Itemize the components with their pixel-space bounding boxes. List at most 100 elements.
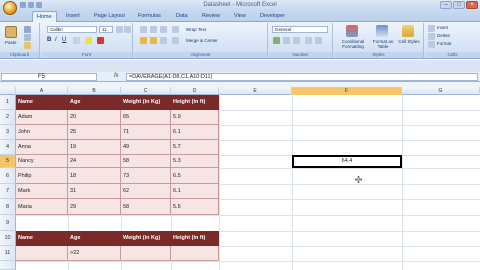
format-as-table-button[interactable]: Format as Table	[372, 39, 394, 49]
table-cell[interactable]: 49	[121, 140, 171, 155]
align-center-icon[interactable]	[150, 37, 157, 44]
column-header-b[interactable]: B	[68, 87, 121, 95]
row-header-6[interactable]: 6	[0, 168, 16, 184]
table-cell[interactable]: 73	[121, 168, 171, 184]
column-header-a[interactable]: A	[16, 87, 68, 95]
cell-styles-button[interactable]: Cell Styles	[398, 39, 420, 44]
align-top-icon[interactable]	[140, 26, 147, 33]
formula-input[interactable]: =DAVERAGE(A1:D8,C1,A10:D11)	[126, 73, 478, 81]
table-cell[interactable]: John	[16, 125, 68, 140]
format-cells-icon[interactable]	[428, 41, 435, 48]
align-left-icon[interactable]	[140, 37, 147, 44]
indent-icon[interactable]	[172, 37, 179, 44]
table-cell[interactable]: 20	[68, 110, 121, 125]
column-header-e[interactable]: E	[219, 87, 292, 95]
criteria-header-name[interactable]: Name	[16, 231, 68, 246]
table-cell[interactable]: 58	[121, 155, 171, 168]
close-button[interactable]: ×	[466, 1, 478, 9]
font-color-icon[interactable]	[97, 37, 104, 44]
align-right-icon[interactable]	[160, 37, 167, 44]
criteria-cell[interactable]: >22	[68, 246, 121, 261]
table-cell[interactable]: 24	[68, 155, 121, 168]
orientation-icon[interactable]	[172, 26, 179, 33]
table-cell[interactable]: 58	[121, 199, 171, 215]
column-header-f[interactable]: F	[292, 87, 402, 95]
table-cell[interactable]: Maria	[16, 199, 68, 215]
cell-styles-icon[interactable]	[402, 25, 414, 37]
delete-button[interactable]: Delete	[437, 33, 450, 38]
table-cell[interactable]: 62	[121, 184, 171, 199]
tab-formulas[interactable]: Formulas	[138, 13, 161, 19]
select-all-button[interactable]	[0, 87, 16, 95]
paste-icon[interactable]	[5, 26, 17, 38]
table-cell[interactable]: 5.5	[171, 199, 219, 215]
table-cell[interactable]: 6.5	[171, 168, 219, 184]
table-cell[interactable]: 6.1	[171, 125, 219, 140]
column-header-c[interactable]: C	[121, 87, 171, 95]
tab-insert[interactable]: Insert	[66, 13, 80, 19]
row-header-2[interactable]: 2	[0, 110, 16, 125]
active-cell-f5[interactable]: 64.4	[292, 155, 402, 168]
column-header-d[interactable]: D	[171, 87, 219, 95]
tab-review[interactable]: Review	[202, 13, 220, 19]
shrink-font-icon[interactable]	[124, 26, 131, 33]
font-size-combo[interactable]: 11	[99, 26, 113, 33]
table-header-weight[interactable]: Weight (in Kg)	[121, 95, 171, 110]
criteria-cell[interactable]	[171, 246, 219, 261]
cut-icon[interactable]	[24, 26, 31, 33]
table-cell[interactable]: 19	[68, 140, 121, 155]
grow-font-icon[interactable]	[116, 26, 123, 33]
number-format-combo[interactable]: General	[272, 26, 328, 33]
row-header-5[interactable]: 5	[0, 155, 16, 168]
table-cell[interactable]: 5.7	[171, 140, 219, 155]
copy-icon[interactable]	[24, 34, 31, 41]
table-cell[interactable]: Nancy	[16, 155, 68, 168]
criteria-header-age[interactable]: Age	[68, 231, 121, 246]
table-cell[interactable]: 5.3	[171, 155, 219, 168]
underline-icon[interactable]: U	[62, 37, 66, 43]
table-cell[interactable]: 29	[68, 199, 121, 215]
table-cell[interactable]: Philip	[16, 168, 68, 184]
tab-data[interactable]: Data	[176, 13, 188, 19]
row-header-8[interactable]: 8	[0, 199, 16, 215]
table-header-name[interactable]: Name	[16, 95, 68, 110]
tab-page-layout[interactable]: Page Layout	[94, 13, 125, 19]
table-cell[interactable]: 71	[121, 125, 171, 140]
table-cell[interactable]: Anna	[16, 140, 68, 155]
italic-icon[interactable]: I	[55, 37, 57, 43]
maximize-button[interactable]: □	[453, 1, 465, 9]
table-cell[interactable]: 65	[121, 110, 171, 125]
table-cell[interactable]: Adam	[16, 110, 68, 125]
table-header-height[interactable]: Height (in ft)	[171, 95, 219, 110]
row-header-7[interactable]: 7	[0, 184, 16, 199]
table-cell[interactable]: 6.1	[171, 184, 219, 199]
criteria-header-height[interactable]: Height (in ft)	[171, 231, 219, 246]
table-header-age[interactable]: Age	[68, 95, 121, 110]
tab-view[interactable]: View	[234, 13, 246, 19]
format-as-table-icon[interactable]	[376, 25, 388, 37]
office-button[interactable]	[3, 1, 17, 15]
column-header-g[interactable]: G	[402, 87, 480, 95]
conditional-formatting-button[interactable]: Conditional Formatting	[336, 39, 370, 49]
row-header-3[interactable]: 3	[0, 125, 16, 140]
minimize-button[interactable]: –	[440, 1, 452, 9]
format-painter-icon[interactable]	[24, 42, 31, 49]
name-box[interactable]: F5	[1, 73, 97, 81]
insert-cells-icon[interactable]	[428, 25, 435, 32]
fill-color-icon[interactable]	[85, 37, 92, 44]
increase-decimal-icon[interactable]	[305, 37, 312, 44]
table-cell[interactable]: 5.9	[171, 110, 219, 125]
table-cell[interactable]: 31	[68, 184, 121, 199]
merge-center-button[interactable]: Merge & Center	[186, 38, 218, 43]
table-cell[interactable]: Mark	[16, 184, 68, 199]
table-cell[interactable]: 18	[68, 168, 121, 184]
tab-developer[interactable]: Developer	[260, 13, 285, 19]
paste-button[interactable]: Paste	[5, 40, 17, 45]
tab-home[interactable]: Home	[32, 11, 57, 22]
table-cell[interactable]: 25	[68, 125, 121, 140]
align-bottom-icon[interactable]	[160, 26, 167, 33]
bold-icon[interactable]: B	[47, 37, 51, 43]
align-middle-icon[interactable]	[150, 26, 157, 33]
conditional-formatting-icon[interactable]	[346, 25, 358, 37]
row-header-4[interactable]: 4	[0, 140, 16, 155]
